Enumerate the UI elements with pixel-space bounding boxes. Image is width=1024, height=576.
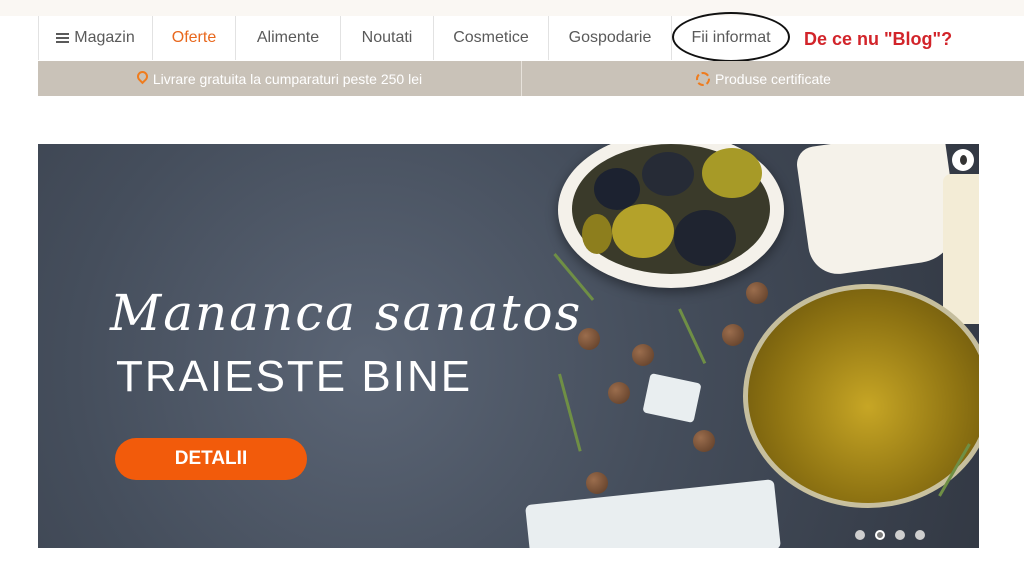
herb-sprig-image: [678, 308, 707, 365]
slider-dot[interactable]: [915, 530, 925, 540]
nav-item-noutati[interactable]: Noutati: [341, 16, 434, 60]
nut-image: [586, 472, 608, 494]
nav-item-cosmetice[interactable]: Cosmetice: [434, 16, 549, 60]
annotation-circle: [672, 12, 790, 62]
location-pin-icon: [134, 68, 151, 85]
nav-label: Gospodarie: [568, 29, 652, 46]
nav-item-oferte[interactable]: Oferte: [153, 16, 236, 60]
nav-item-gospodarie[interactable]: Gospodarie: [549, 16, 672, 60]
herb-sprig-image: [558, 373, 582, 452]
nav-label: Magazin: [74, 29, 135, 46]
shipping-text: Livrare gratuita la cumparaturi peste 25…: [152, 70, 423, 87]
nav-item-magazin[interactable]: Magazin: [39, 16, 153, 60]
olive-oil-bowl-image: [743, 284, 979, 508]
brie-cheese-image: [794, 144, 962, 278]
nav-item-alimente[interactable]: Alimente: [236, 16, 341, 60]
slider-dot[interactable]: [895, 530, 905, 540]
nav-label: Cosmetice: [453, 29, 529, 46]
nut-image: [632, 344, 654, 366]
blue-cheese-large-image: [525, 479, 781, 548]
certificate-icon: [696, 71, 711, 86]
nav-label: Alimente: [256, 29, 320, 46]
hero-headline: Mananca sanatos: [110, 284, 583, 342]
nut-image: [608, 382, 630, 404]
nut-image: [693, 430, 715, 452]
olive-bowl-image: [558, 144, 784, 288]
pause-icon[interactable]: [952, 149, 974, 171]
nut-image: [746, 282, 768, 304]
blue-cheese-image: [642, 373, 702, 423]
certified-info: Produse certificate: [522, 61, 1005, 96]
slider-dot-active[interactable]: [875, 530, 885, 540]
slider-dot[interactable]: [855, 530, 865, 540]
menu-icon: [56, 33, 70, 43]
hero-subheadline: TRAIESTE BINE: [116, 352, 473, 401]
shipping-info: Livrare gratuita la cumparaturi peste 25…: [38, 61, 522, 96]
top-strip: [0, 0, 1024, 16]
cheese-wedge-image: [943, 174, 979, 324]
slider-dots: [855, 530, 925, 540]
info-bar: Livrare gratuita la cumparaturi peste 25…: [38, 61, 1024, 96]
hero-banner[interactable]: Mananca sanatos TRAIESTE BINE DETALII: [38, 144, 979, 548]
details-button[interactable]: DETALII: [115, 438, 307, 480]
nav-label: Oferte: [171, 29, 217, 46]
nut-image: [722, 324, 744, 346]
certified-text: Produse certificate: [715, 70, 831, 87]
annotation-text: De ce nu "Blog"?: [804, 29, 953, 49]
nav-label: Noutati: [361, 29, 413, 46]
